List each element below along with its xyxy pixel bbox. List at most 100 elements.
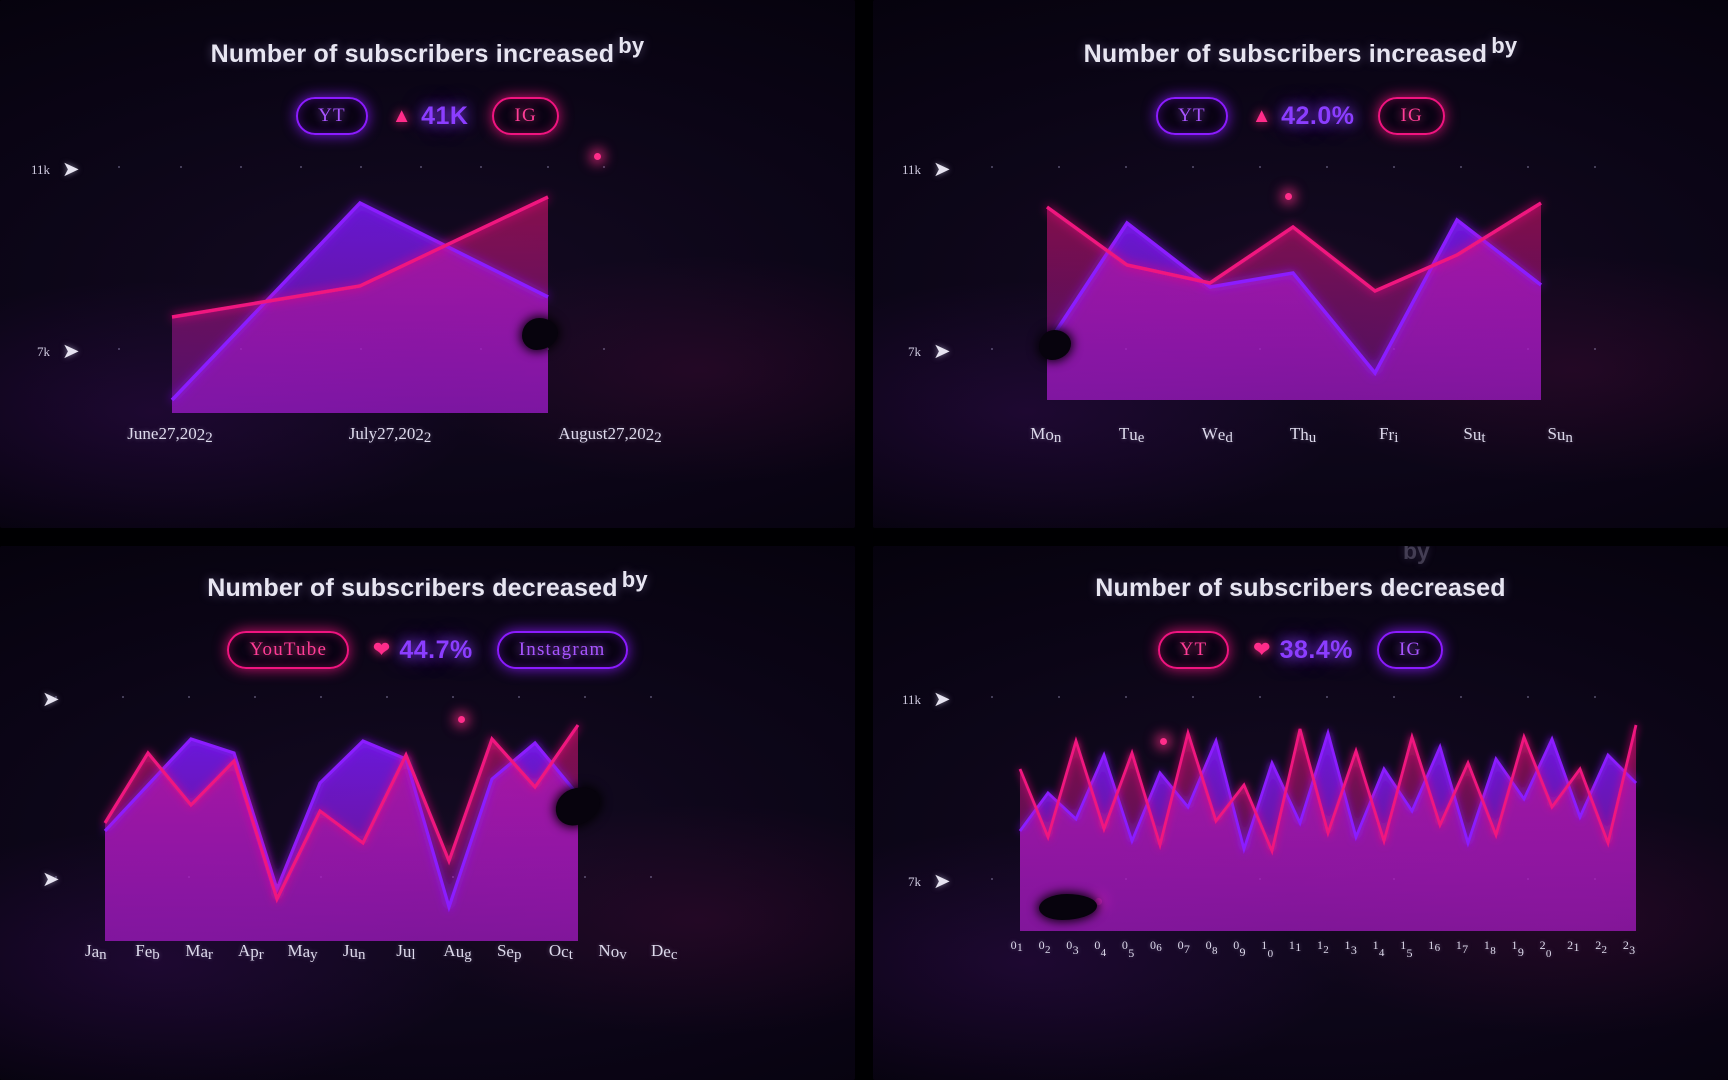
y-tick-lower: 7k ➤ (895, 871, 951, 892)
x-axis-labels: 01 02 03 04 05 06 07 08 09 10 11 12 13 14 15 16 17 18 19 20… (1003, 938, 1643, 961)
y-tick-upper-label: 11k (901, 161, 921, 177)
chart-plot-area (103, 721, 603, 941)
up-arrow-icon: ▲ (391, 105, 413, 127)
legend-pill-yt[interactable]: YT (296, 97, 368, 135)
x-axis-labels: Mon Tue Wed Thu Fri Sut Sun (1003, 424, 1603, 446)
chart-plot-area (170, 185, 590, 413)
panel-title: Number of subscribers increased by (0, 33, 855, 69)
x-tick: May (287, 941, 318, 963)
legend-pill-youtube[interactable]: YouTube (227, 631, 350, 669)
heart-icon: ❤ (373, 639, 391, 661)
metric-value-group: ▲ 41K (392, 102, 469, 131)
panel-bottom-right: by Number of subscribers decreased YT ❤ … (873, 546, 1728, 1080)
y-tick-lower: 7k ➤ (895, 341, 951, 362)
x-tick: Oct (548, 941, 573, 963)
chevron-right-icon: ➤ (933, 869, 951, 893)
x-tick: Apr (237, 941, 264, 963)
x-tick: Jun (342, 941, 366, 963)
x-tick: 10 (1261, 938, 1274, 961)
chevron-right-icon: ➤ (62, 157, 80, 181)
legend-pill-ig[interactable]: IG (1376, 631, 1444, 669)
panel-title-suffix: by (621, 567, 648, 592)
panel-title: Number of subscribers decreased (873, 574, 1728, 603)
x-tick: Jul (396, 941, 416, 963)
x-tick: 17 (1455, 938, 1469, 956)
y-tick-upper: 11k ➤ (24, 159, 80, 180)
x-tick: 20 (1539, 938, 1552, 961)
x-tick: August 27, 2022 (558, 424, 662, 446)
chevron-right-icon: ➤ (42, 867, 60, 891)
legend-row: YT ▲ 41K IG (0, 97, 855, 135)
legend-pill-yt[interactable]: YT (1157, 631, 1230, 669)
x-tick: Mar (185, 941, 213, 963)
panel-top-left: Number of subscribers increased by YT ▲ 4… (0, 0, 855, 528)
x-tick: Thu (1289, 424, 1317, 446)
legend-pill-ig[interactable]: IG (492, 97, 559, 135)
x-tick: 03 (1066, 938, 1079, 958)
x-tick: 18 (1483, 938, 1497, 958)
x-tick: 04 (1094, 938, 1107, 959)
x-tick: 21 (1567, 938, 1580, 954)
y-tick-upper: 11k ➤ (895, 159, 951, 180)
x-tick: Fri (1379, 424, 1399, 446)
x-tick: 12 (1316, 938, 1330, 956)
x-tick: Sep (496, 941, 522, 963)
legend-row: YouTube ❤ 44.7% Instagram (0, 631, 855, 669)
metric-value: 41K (421, 101, 469, 130)
panel-title-text: Number of subscribers decreased (1095, 574, 1506, 602)
dashboard-grid: Number of subscribers increased by YT ▲ 4… (0, 0, 1728, 1080)
y-tick-upper: 11k ➤ (895, 689, 951, 710)
x-tick: Sun (1547, 424, 1573, 446)
x-tick: Jan (85, 941, 107, 963)
y-tick-upper: ➤ (4, 689, 60, 710)
x-tick: 15 (1400, 938, 1413, 961)
metric-value: 44.7% (399, 635, 473, 664)
x-tick: 23 (1622, 938, 1636, 958)
metric-value-group: ▲ 42.0% (1252, 102, 1355, 131)
legend-pill-instagram[interactable]: Instagram (496, 631, 628, 669)
x-tick: Aug (443, 941, 472, 963)
x-tick: 01 (1010, 938, 1024, 954)
y-tick-lower: ➤ (4, 869, 60, 890)
legend-pill-ig[interactable]: IG (1378, 97, 1445, 135)
metric-value-group: ❤ 38.4% (1253, 636, 1353, 665)
panel-title-text: Number of subscribers decreased (207, 574, 618, 602)
panel-title-text: Number of subscribers increased (1083, 40, 1488, 68)
y-tick-lower-label: 7k (908, 873, 921, 889)
x-axis-labels: Jan Feb Mar Apr May Jun Jul Aug Sep Oct … (70, 941, 690, 963)
panel-title-suffix: by (1491, 33, 1518, 58)
y-tick-lower-label: 7k (908, 343, 921, 359)
legend-row: YT ❤ 38.4% IG (873, 631, 1728, 669)
gutter-horizontal (0, 528, 1728, 546)
y-tick-upper-label: 11k (901, 691, 921, 707)
x-tick: Nov (598, 941, 627, 963)
area-chart-svg (103, 724, 580, 941)
x-tick: 08 (1205, 938, 1218, 958)
panel-top-right: Number of subscribers increased by YT ▲ 4… (873, 0, 1728, 528)
x-tick: 02 (1038, 938, 1051, 956)
x-tick: 06 (1149, 938, 1163, 954)
chevron-right-icon: ➤ (62, 339, 80, 363)
up-arrow-icon: ▲ (1251, 105, 1273, 127)
area-chart-svg (170, 195, 549, 413)
x-tick: 09 (1233, 938, 1246, 959)
x-tick: Sut (1463, 424, 1486, 446)
chevron-right-icon: ➤ (42, 687, 60, 711)
x-tick: 22 (1595, 938, 1608, 956)
x-tick: July 27, 2022 (348, 424, 432, 446)
panel-title: Number of subscribers increased by (873, 33, 1728, 69)
gutter-vertical-bottom (855, 546, 873, 1080)
x-tick: Dec (650, 941, 678, 963)
panel-bottom-left: Number of subscribers decreased by YouTub… (0, 546, 855, 1080)
area-chart-svg (1018, 724, 1638, 931)
y-tick-lower: 7k ➤ (24, 341, 80, 362)
chevron-right-icon: ➤ (933, 687, 951, 711)
x-tick: 07 (1177, 938, 1191, 956)
ghost-by-text: by (1403, 546, 1430, 564)
panel-title: Number of subscribers decreased by (0, 567, 855, 603)
legend-pill-yt[interactable]: YT (1156, 97, 1228, 135)
x-tick: 16 (1428, 938, 1441, 954)
x-tick: 05 (1121, 938, 1135, 961)
metric-value: 42.0% (1281, 101, 1355, 130)
chevron-right-icon: ➤ (933, 339, 951, 363)
